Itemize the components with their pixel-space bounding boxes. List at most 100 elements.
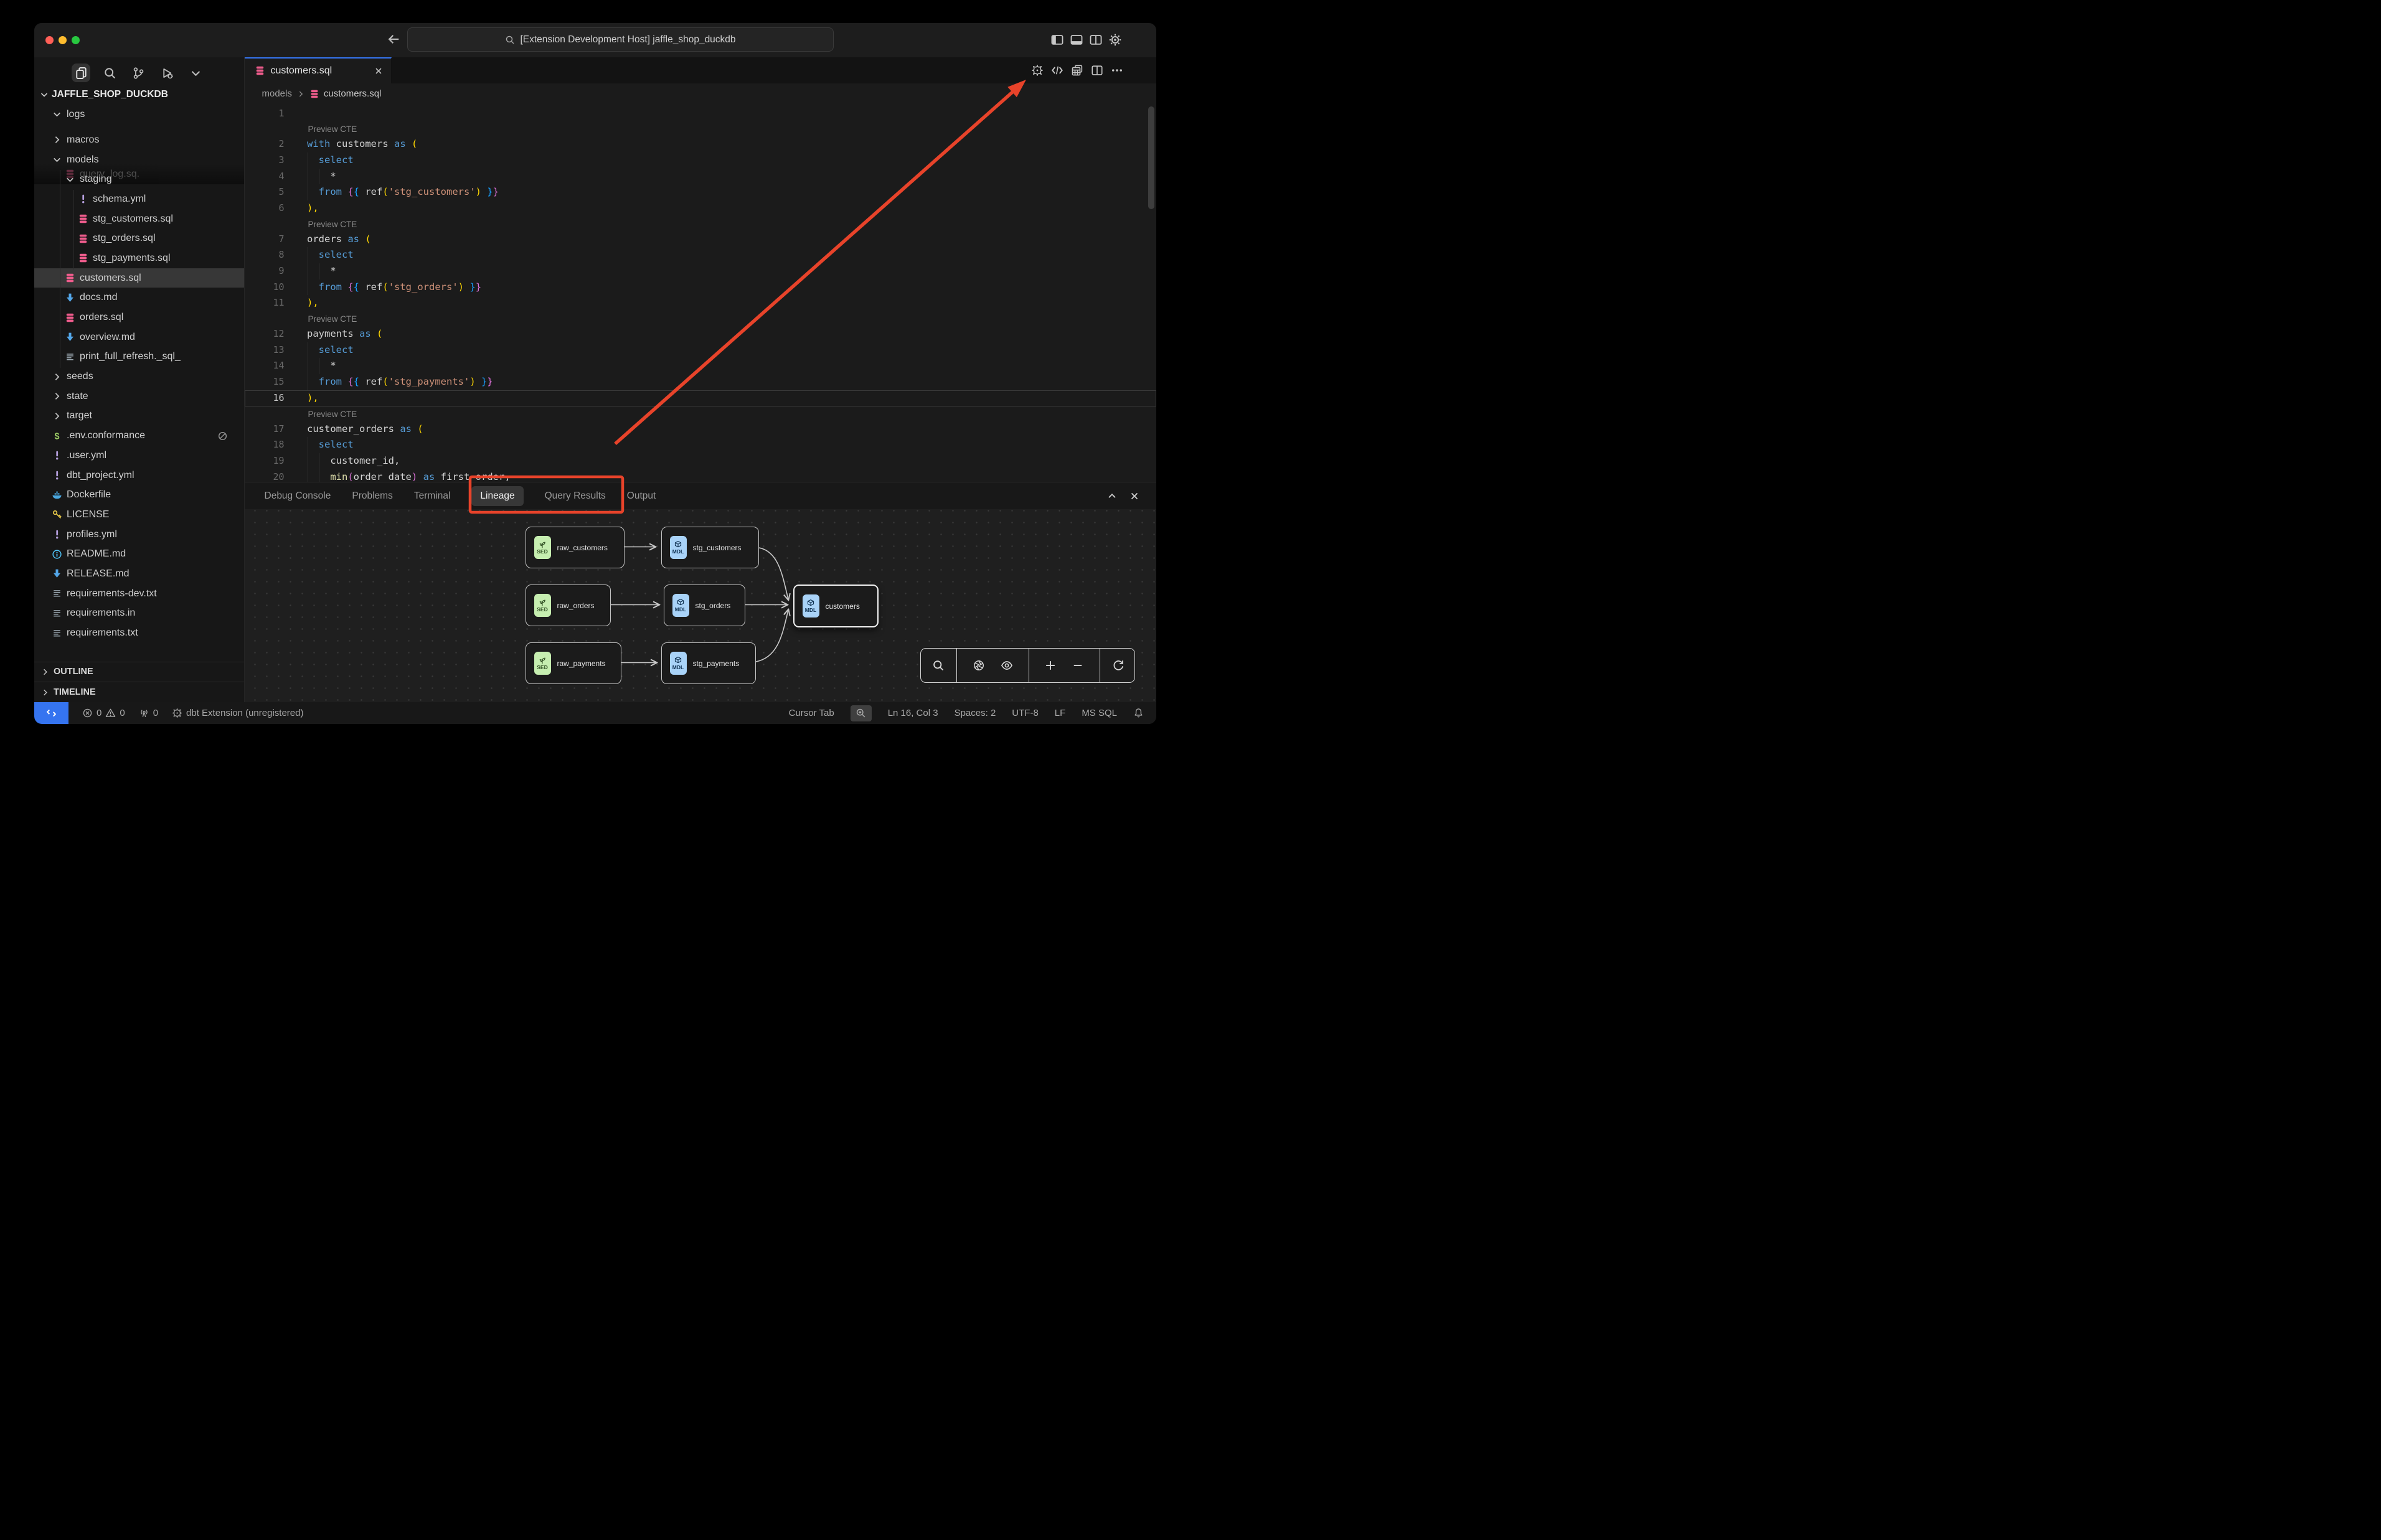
tree-item-print-full-refresh-sql[interactable]: print_full_refresh._sql_ [34,347,244,367]
tree-item-overview-md[interactable]: overview.md [34,327,244,347]
breadcrumb-file[interactable]: customers.sql [324,88,382,99]
lineage-canvas[interactable]: SEDraw_customers MDLstg_customers SEDraw_o… [245,509,1157,702]
search-icon[interactable] [932,659,945,672]
lineage-node-raw-customers[interactable]: SEDraw_customers [526,527,625,568]
codelens-preview-cte[interactable]: Preview CTE [245,406,1157,421]
tree-root-jaffle-shop-duckdb[interactable]: JAFFLE_SHOP_DUCKDB [34,85,244,105]
plus-icon[interactable] [1044,659,1057,672]
code-line-6[interactable]: 6), [245,200,1157,217]
gear-icon[interactable] [1108,33,1122,47]
panel-tab-terminal[interactable]: Terminal [414,491,451,502]
section-outline[interactable]: OUTLINE [34,662,244,682]
cursor-position-status[interactable]: Ln 16, Col 3 [888,708,938,718]
tree-item-schema-yml[interactable]: schema.yml [34,189,244,209]
code-line-17[interactable]: 17customer_orders as ( [245,421,1157,438]
codelens-preview-cte[interactable]: Preview CTE [245,121,1157,136]
layout-split-icon[interactable] [1089,33,1103,47]
panel-tab-problems[interactable]: Problems [352,491,392,502]
codelens-preview-cte[interactable]: Preview CTE [245,217,1157,232]
code-icon[interactable] [1051,64,1063,77]
tree-item-readme-md[interactable]: README.md [34,544,244,564]
layout-sidebar-icon[interactable] [1050,33,1064,47]
tree-item-macros[interactable]: macros [34,130,244,150]
dbt-icon[interactable] [1031,64,1044,77]
lineage-node-stg-customers[interactable]: MDLstg_customers [661,527,759,568]
close-window-button[interactable] [45,36,54,44]
panel-tab-query-results[interactable]: Query Results [545,491,606,502]
tree-item-requirements-txt[interactable]: requirements.txt [34,623,244,643]
tree-item-customers-sql[interactable]: customers.sql [34,268,244,288]
ports-status[interactable]: 0 [139,708,158,718]
back-icon[interactable] [387,32,400,46]
tree-item-orders-sql[interactable]: orders.sql [34,308,244,327]
code-line-10[interactable]: 10 from {{ ref('stg_orders') }} [245,279,1157,296]
minimize-window-button[interactable] [59,36,67,44]
panel-tab-output[interactable]: Output [627,491,656,502]
tab-customers-sql[interactable]: customers.sql [245,57,392,83]
code-line-11[interactable]: 11), [245,295,1157,311]
lineage-node-raw-orders[interactable]: SEDraw_orders [526,585,611,626]
code-line-20[interactable]: 20 min(order_date) as first_order, [245,469,1157,482]
language-mode-status[interactable]: MS SQL [1082,708,1117,718]
tree-item-docs-md[interactable]: docs.md [34,288,244,308]
activity-files-button[interactable] [72,63,90,82]
code-line-4[interactable]: 4 * [245,169,1157,185]
code-line-3[interactable]: 3 select [245,153,1157,169]
code-line-9[interactable]: 9 * [245,263,1157,279]
tree-item-user-yml[interactable]: .user.yml [34,446,244,466]
tree-item-release-md[interactable]: RELEASE.md [34,564,244,584]
tree-item-stg-orders-sql[interactable]: stg_orders.sql [34,228,244,248]
zoom-indicator[interactable] [851,705,872,721]
tree-item-requirements-dev-txt[interactable]: requirements-dev.txt [34,584,244,604]
code-line-12[interactable]: 12payments as ( [245,326,1157,342]
panel-tab-lineage[interactable]: Lineage [471,486,523,506]
tree-item-logs[interactable]: logs [34,105,244,124]
lineage-node-customers[interactable]: MDLcustomers [793,585,879,627]
activity-source-control-button[interactable] [129,63,148,82]
activity-debug-button[interactable] [158,63,176,82]
minus-icon[interactable] [1072,659,1084,672]
split-icon[interactable] [1091,64,1103,77]
tree-item-profiles-yml[interactable]: profiles.yml [34,525,244,545]
tree-item-models[interactable]: models [34,150,244,170]
tree-item-dbt-project-yml[interactable]: dbt_project.yml [34,466,244,486]
aperture-icon[interactable] [973,659,985,672]
lineage-node-raw-payments[interactable]: SEDraw_payments [526,642,621,684]
tree-item-license[interactable]: LICENSE [34,505,244,525]
tree-item-target[interactable]: target [34,406,244,426]
lineage-node-stg-payments[interactable]: MDLstg_payments [661,642,756,684]
code-line-19[interactable]: 19 customer_id, [245,453,1157,469]
tree-item-stg-payments-sql[interactable]: stg_payments.sql [34,248,244,268]
code-line-1[interactable]: 1 [245,106,1157,122]
tree-item-env-conformance[interactable]: $.env.conformance [34,426,244,446]
codelens-preview-cte[interactable]: Preview CTE [245,311,1157,326]
tree-item-dockerfile[interactable]: Dockerfile [34,485,244,505]
problems-status[interactable]: 0 0 [82,708,125,718]
query-preview-icon[interactable] [1071,64,1083,77]
editor-scrollbar[interactable] [1148,106,1154,209]
code-line-14[interactable]: 14 * [245,358,1157,374]
zoom-window-button[interactable] [72,36,80,44]
chevron-up-icon[interactable] [1106,491,1118,502]
more-icon[interactable] [1111,64,1123,77]
code-line-5[interactable]: 5 from {{ ref('stg_customers') }} [245,184,1157,200]
tree-item-state[interactable]: state [34,387,244,406]
tree-item-stg-customers-sql[interactable]: stg_customers.sql [34,209,244,229]
cursor-tab-status[interactable]: Cursor Tab [789,708,834,718]
tree-item-staging[interactable]: staging [34,169,244,189]
lineage-node-stg-orders[interactable]: MDLstg_orders [664,585,745,626]
indentation-status[interactable]: Spaces: 2 [955,708,996,718]
close-icon[interactable] [1129,491,1140,502]
layout-panel-icon[interactable] [1070,33,1083,47]
tree-item-seeds[interactable]: seeds [34,367,244,387]
code-line-8[interactable]: 8 select [245,247,1157,263]
breadcrumb-folder[interactable]: models [262,88,292,99]
remote-indicator[interactable] [34,702,68,724]
refresh-icon[interactable] [1112,659,1124,672]
panel-tab-debug-console[interactable]: Debug Console [265,491,331,502]
activity-search-button[interactable] [100,63,119,82]
notifications-bell[interactable] [1133,708,1144,718]
close-tab-icon[interactable] [374,66,384,76]
activity-chevron-down-button[interactable] [186,63,205,82]
eol-status[interactable]: LF [1055,708,1066,718]
